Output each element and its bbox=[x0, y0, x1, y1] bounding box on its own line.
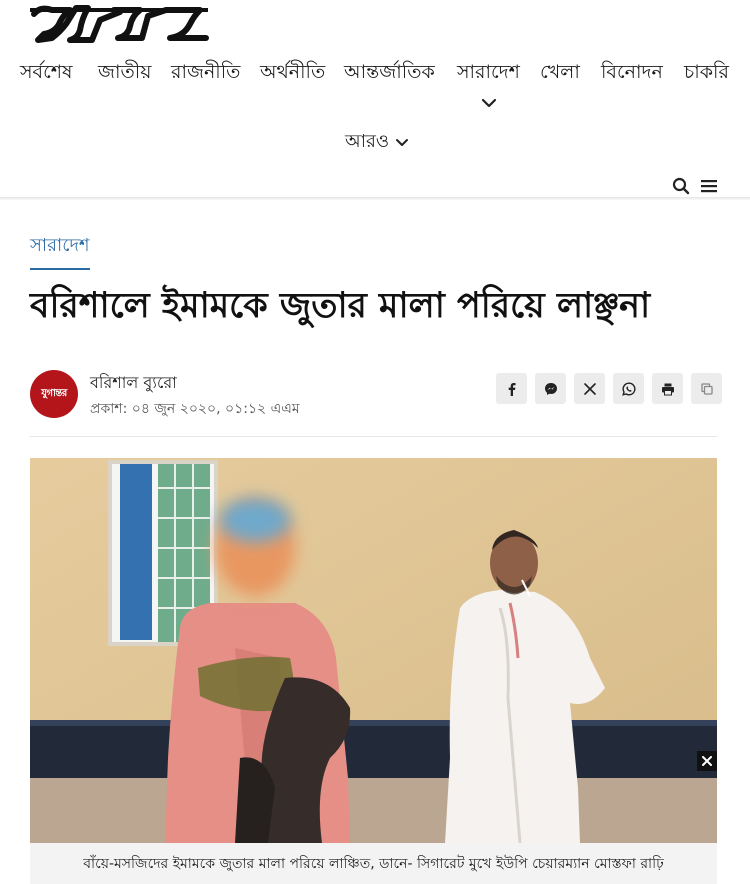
whatsapp-icon bbox=[621, 381, 636, 396]
author-avatar: যুগান্তর bbox=[30, 370, 78, 418]
share-messenger-button[interactable] bbox=[535, 373, 566, 404]
meta-divider bbox=[30, 436, 717, 437]
print-icon bbox=[661, 383, 674, 395]
nav-item-entertainment[interactable]: বিনোদন bbox=[601, 58, 663, 90]
nav-item-economy[interactable]: অর্থনীতি bbox=[260, 58, 325, 90]
nav-item-latest[interactable]: সর্বশেষ bbox=[20, 58, 72, 90]
share-x-button[interactable] bbox=[574, 373, 605, 404]
nav-item-international[interactable]: আন্তর্জাতিক bbox=[344, 58, 435, 90]
share-bar bbox=[496, 373, 722, 404]
copy-link-button[interactable] bbox=[691, 373, 722, 404]
copy-icon bbox=[700, 382, 713, 395]
author-name[interactable]: বরিশাল ব্যুরো bbox=[90, 370, 177, 397]
site-logo[interactable] bbox=[30, 2, 210, 46]
close-overlay-button[interactable] bbox=[697, 751, 717, 771]
main-nav: সর্বশেষ জাতীয় রাজনীতি অর্থনীতি আন্তর্জা… bbox=[0, 58, 750, 94]
share-facebook-button[interactable] bbox=[496, 373, 527, 404]
menu-icon[interactable] bbox=[700, 177, 718, 195]
chevron-down-icon[interactable] bbox=[480, 96, 498, 110]
nav-item-jobs[interactable]: চাকরি bbox=[684, 58, 729, 90]
photo-caption: বাঁয়ে-মসজিদের ইমামকে জুতার মালা পরিয়ে … bbox=[83, 856, 664, 872]
nav-more-button[interactable]: আরও bbox=[345, 127, 409, 158]
share-whatsapp-button[interactable] bbox=[613, 373, 644, 404]
print-button[interactable] bbox=[652, 373, 683, 404]
logo-graphic bbox=[30, 5, 209, 43]
x-icon bbox=[583, 382, 596, 395]
facebook-icon bbox=[508, 382, 515, 396]
nav-more-label: আরও bbox=[345, 131, 390, 152]
messenger-icon bbox=[544, 382, 557, 395]
photo-caption-box: বাঁয়ে-মসজিদের ইমামকে জুতার মালা পরিয়ে … bbox=[30, 843, 717, 884]
avatar-logo-text: যুগান্তর bbox=[41, 387, 67, 399]
article-photo bbox=[30, 458, 717, 843]
article-headline: বরিশালে ইমামকে জুতার মালা পরিয়ে লাঞ্ছনা bbox=[30, 286, 651, 326]
article-photo-image bbox=[30, 458, 717, 843]
header-utilities bbox=[672, 177, 718, 195]
nav-item-politics[interactable]: রাজনীতি bbox=[171, 58, 240, 90]
search-icon[interactable] bbox=[672, 177, 690, 195]
publish-date: প্রকাশ: ০৪ জুন ২০২০, ০১:১২ এএম bbox=[90, 401, 300, 417]
nav-item-sports[interactable]: খেলা bbox=[540, 58, 580, 90]
nav-item-country[interactable]: সারাদেশ bbox=[457, 58, 520, 90]
nav-item-national[interactable]: জাতীয় bbox=[98, 58, 151, 90]
chevron-down-icon bbox=[396, 138, 409, 146]
close-icon bbox=[702, 756, 712, 766]
header-divider bbox=[0, 197, 750, 200]
article-category[interactable]: সারাদেশ bbox=[30, 231, 90, 270]
